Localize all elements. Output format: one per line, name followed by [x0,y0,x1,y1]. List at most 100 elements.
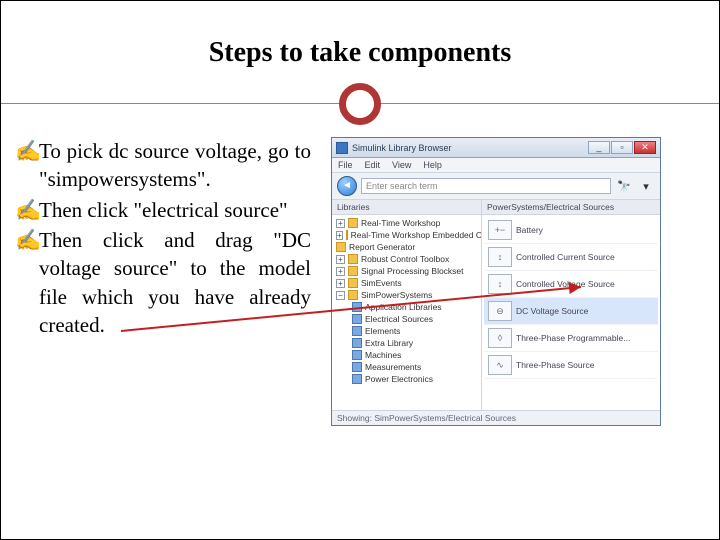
menu-edit[interactable]: Edit [365,160,381,170]
menu-file[interactable]: File [338,160,353,170]
tree-item: Extra Library [334,337,479,349]
tree-label[interactable]: Measurements [365,362,421,372]
window-buttons: _ ▫ ✕ [588,141,656,154]
block-icon: ↕ [488,247,512,267]
library-icon [352,338,362,348]
status-bar: Showing: SimPowerSystems/Electrical Sour… [332,410,660,425]
menu-bar: File Edit View Help [332,158,660,173]
block-icon: ↕ [488,274,512,294]
left-pane-header: Libraries [332,200,481,215]
slide: Steps to take components ✍To pick dc sou… [0,0,720,540]
tree-item-electrical-sources: Electrical Sources [334,313,479,325]
library-browser-window: Simulink Library Browser _ ▫ ✕ File Edit… [331,137,661,426]
tree-item: + Robust Control Toolbox [334,253,479,265]
library-icon [352,326,362,336]
maximize-button[interactable]: ▫ [611,141,633,154]
subtree: Application Libraries Electrical Sources… [334,301,479,385]
accent-ring-icon [339,83,381,125]
window-title: Simulink Library Browser [352,143,588,153]
bullet-text: To pick dc source voltage, go to "simpow… [39,139,311,191]
block-label[interactable]: Three-Phase Programmable... [516,333,630,343]
text-column: ✍To pick dc source voltage, go to "simpo… [1,131,321,539]
tree-item: Elements [334,325,479,337]
block-list[interactable]: +−Battery ↕ Controlled Current Source ↕ Co… [482,215,660,410]
bullet-glyph-icon: ✍ [15,137,41,165]
expand-icon[interactable]: + [336,255,345,264]
folder-icon [348,254,358,264]
library-icon [352,314,362,324]
bullet-text: Then click "electrical source" [39,198,288,222]
tree-item: + Real-Time Workshop Embedded Code [334,229,479,241]
expand-icon[interactable]: + [336,267,345,276]
right-pane: PowerSystems/Electrical Sources +−Batter… [482,200,660,410]
tree-label[interactable]: Machines [365,350,401,360]
tree-label[interactable]: SimEvents [361,278,402,288]
tree-item: Power Electronics [334,373,479,385]
collapse-icon[interactable]: − [336,291,345,300]
library-icon [352,362,362,372]
panes: Libraries + Real-Time Workshop + Real-Time… [332,200,660,410]
block-label[interactable]: Battery [516,225,543,235]
bullet-item: ✍Then click and drag "DC voltage source"… [39,226,311,339]
bullet-glyph-icon: ✍ [15,196,41,224]
bullet-glyph-icon: ✍ [15,226,41,254]
tree-label[interactable]: Real-Time Workshop [361,218,440,228]
bullet-text: Then click and drag "DC voltage source" … [39,228,311,337]
tree-item: + Real-Time Workshop [334,217,479,229]
tree-item: Report Generator [334,241,479,253]
bullet-item: ✍To pick dc source voltage, go to "simpo… [39,137,311,194]
library-icon [352,374,362,384]
block-icon: ⊖ [488,301,512,321]
block-icon: ◊ [488,328,512,348]
content-row: ✍To pick dc source voltage, go to "simpo… [1,131,719,539]
expand-icon[interactable]: + [336,219,345,228]
folder-icon [348,278,358,288]
app-icon [336,142,348,154]
expand-icon[interactable]: + [336,279,345,288]
tree-label[interactable]: Elements [365,326,400,336]
tree-item: + Signal Processing Blockset [334,265,479,277]
close-button[interactable]: ✕ [634,141,656,154]
tree-label[interactable]: Electrical Sources [365,314,433,324]
list-item: ∿ Three-Phase Source [484,352,658,379]
menu-view[interactable]: View [392,160,411,170]
tree-label[interactable]: SimPowerSystems [361,290,432,300]
tree-item: Machines [334,349,479,361]
search-options-icon[interactable]: ▾ [637,179,655,193]
screenshot-column: Simulink Library Browser _ ▫ ✕ File Edit… [321,131,719,539]
search-input[interactable]: Enter search term [361,178,611,194]
folder-icon [348,218,358,228]
slide-title: Steps to take components [1,37,719,69]
tree-label[interactable]: Report Generator [349,242,415,252]
toolbar: Enter search term 🔭 ▾ [332,173,660,200]
list-item: +−Battery [484,217,658,244]
library-tree[interactable]: + Real-Time Workshop + Real-Time Workshop … [332,215,481,410]
block-icon: ∿ [488,355,512,375]
tree-label[interactable]: Power Electronics [365,374,433,384]
block-label[interactable]: DC Voltage Source [516,306,588,316]
list-item-dc-voltage-source: ⊖ DC Voltage Source [484,298,658,325]
list-item: ↕ Controlled Current Source [484,244,658,271]
minimize-button[interactable]: _ [588,141,610,154]
search-icon[interactable]: 🔭 [615,179,633,193]
tree-label[interactable]: Real-Time Workshop Embedded Code [351,230,481,240]
folder-icon [346,230,348,240]
tree-label[interactable]: Signal Processing Blockset [361,266,464,276]
tree-label[interactable]: Application Libraries [365,302,442,312]
left-pane: Libraries + Real-Time Workshop + Real-Time… [332,200,482,410]
block-label[interactable]: Controlled Voltage Source [516,279,615,289]
tree-item-simpower: − SimPowerSystems [334,289,479,301]
tree-item: Measurements [334,361,479,373]
block-label[interactable]: Three-Phase Source [516,360,594,370]
right-pane-header: PowerSystems/Electrical Sources [482,200,660,215]
list-item: ◊ Three-Phase Programmable... [484,325,658,352]
library-icon [352,302,362,312]
block-label[interactable]: Controlled Current Source [516,252,615,262]
tree-label[interactable]: Robust Control Toolbox [361,254,449,264]
window-titlebar[interactable]: Simulink Library Browser _ ▫ ✕ [332,138,660,158]
back-button[interactable] [337,176,357,196]
expand-icon[interactable]: + [336,231,343,240]
menu-help[interactable]: Help [423,160,442,170]
bullet-item: ✍Then click "electrical source" [39,196,311,224]
tree-label[interactable]: Extra Library [365,338,413,348]
